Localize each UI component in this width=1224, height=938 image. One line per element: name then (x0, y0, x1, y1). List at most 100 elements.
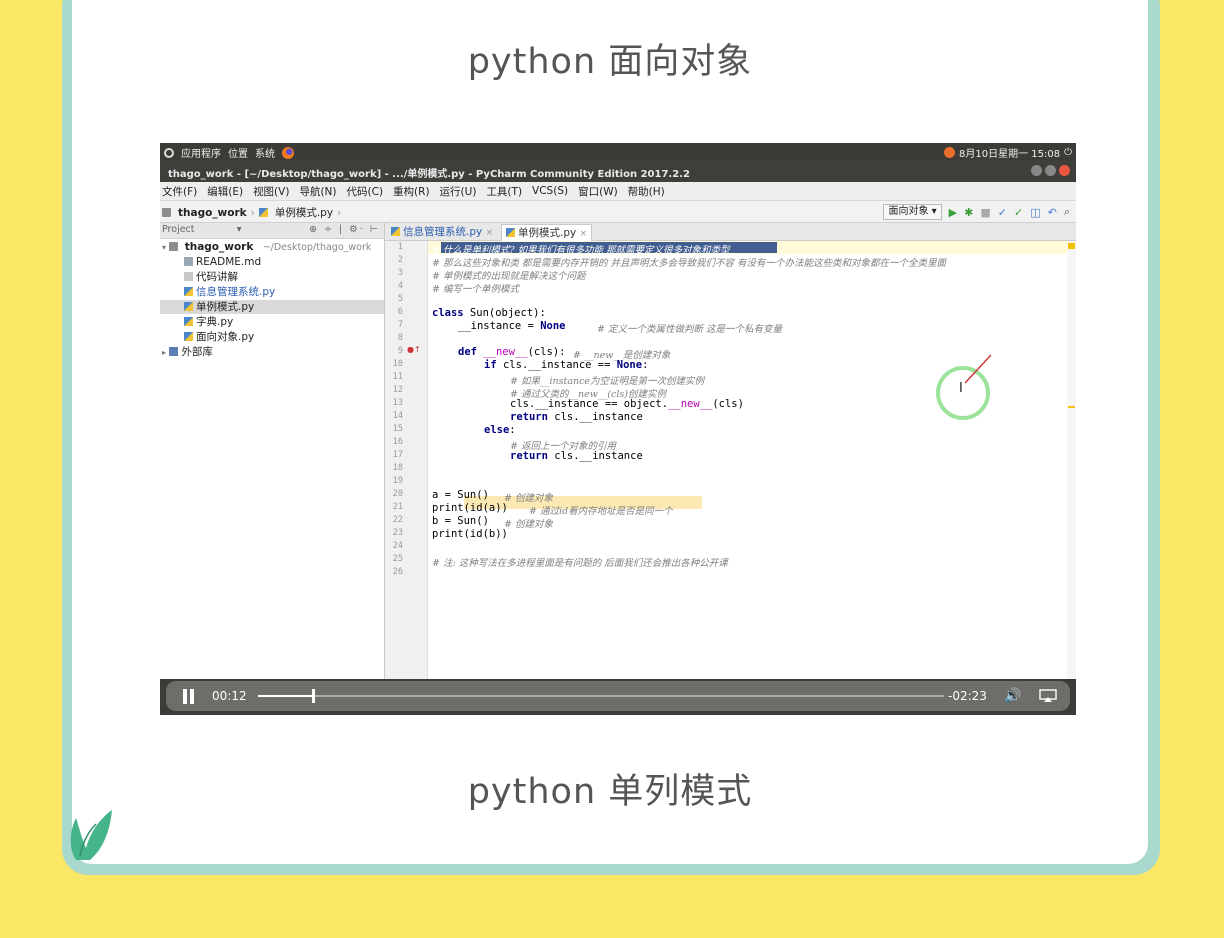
tree-item-info-system[interactable]: 信息管理系统.py (184, 285, 275, 299)
revert-icon[interactable]: ↶ (1048, 206, 1057, 219)
code-magic-method: __new__ (483, 346, 528, 358)
override-marker-icon[interactable]: ●↑ (407, 345, 421, 354)
line-number: 6 (397, 307, 403, 317)
search-icon[interactable]: ⌕ (1064, 205, 1070, 219)
code-keyword: return (510, 450, 548, 462)
line-number: 17 (392, 450, 403, 460)
close-tab-icon[interactable]: × (580, 229, 588, 239)
line-gutter: 1 2 3 4 5 6 7 8 9 10 11 12 13 14 15 16 1… (385, 241, 428, 679)
tree-item-label: 面向对象.py (196, 331, 255, 343)
tree-item-dict[interactable]: 字典.py (184, 315, 233, 329)
tree-item-readme[interactable]: README.md (184, 255, 261, 269)
python-file-icon (184, 302, 193, 311)
airplay-icon[interactable] (1039, 689, 1057, 703)
code-keyword: if (484, 359, 497, 371)
tree-item-oop[interactable]: 面向对象.py (184, 330, 254, 344)
code-editor[interactable]: 1 2 3 4 5 6 7 8 9 10 11 12 13 14 15 16 1… (385, 241, 1076, 679)
text-file-icon (184, 272, 193, 281)
python-file-icon (184, 287, 193, 296)
run-icon[interactable]: ▶ (949, 206, 957, 219)
code-text: cls.__instance (547, 450, 643, 462)
power-icon[interactable]: ⏻ (1064, 147, 1072, 158)
line-number: 8 (397, 333, 403, 343)
chat-indicator-icon[interactable] (943, 147, 955, 158)
debug-icon[interactable]: ✱ (964, 206, 973, 219)
page-title: python 面向对象 (467, 42, 753, 82)
text-cursor-icon: I (959, 381, 963, 396)
menu-run[interactable]: 运行(U) (440, 184, 477, 199)
folder-icon (169, 242, 179, 251)
close-tab-icon[interactable]: × (486, 228, 494, 238)
line-number: 10 (392, 359, 403, 369)
menu-window[interactable]: 窗口(W) (578, 184, 618, 199)
menu-view[interactable]: 视图(V) (253, 184, 289, 199)
menu-help[interactable]: 帮助(H) (628, 184, 665, 199)
menu-file[interactable]: 文件(F) (162, 184, 197, 199)
menu-navigate[interactable]: 导航(N) (299, 184, 336, 199)
tree-item-singleton[interactable]: 单例模式.py (160, 300, 384, 314)
vcs-commit-icon[interactable]: ✓ (1014, 206, 1023, 219)
system-menu-applications[interactable]: 应用程序 (181, 145, 221, 160)
stop-icon[interactable]: ■ (980, 206, 990, 219)
line-number: 16 (392, 437, 403, 447)
tab-singleton[interactable]: 单例模式.py × (501, 224, 593, 241)
video-player[interactable]: 应用程序 位置 系统 8月10日星期一 15:08 ⏻ thago_work -… (160, 143, 1076, 715)
system-menu-places[interactable]: 位置 (228, 145, 248, 160)
menu-code[interactable]: 代码(C) (347, 184, 384, 199)
breadcrumb-project[interactable]: thago_work (178, 207, 247, 219)
ubuntu-logo-icon[interactable] (164, 147, 174, 158)
line-number: 9 (397, 346, 403, 356)
line-number: 26 (392, 567, 403, 577)
line-number: 7 (397, 320, 403, 330)
code-text: cls.__instance == object. (510, 398, 669, 410)
chevron-right-icon: › (337, 206, 342, 219)
tab-label: 单例模式.py (518, 227, 577, 239)
code-line: __instance = None (458, 320, 565, 332)
remaining-time: -02:23 (948, 689, 987, 703)
project-panel-header: Project ▾ ⊕ ÷ | ⚙· ⊢ (160, 223, 384, 239)
vcs-update-icon[interactable]: ✓ (998, 206, 1007, 219)
maximize-button[interactable] (1045, 165, 1056, 176)
menu-edit[interactable]: 编辑(E) (207, 184, 243, 199)
code-comment: # 如果__instance为空证明是第一次创建实例 (510, 376, 705, 387)
menu-vcs[interactable]: VCS(S) (532, 185, 568, 197)
line-number: 23 (392, 528, 403, 538)
line-number: 18 (392, 463, 403, 473)
run-config-select[interactable]: 面向对象 ▾ (883, 204, 942, 220)
line-number: 1 (397, 242, 403, 252)
system-menu-system[interactable]: 系统 (255, 145, 275, 160)
tree-item-code-notes[interactable]: 代码讲解 (184, 270, 238, 284)
breadcrumb-file[interactable]: 单例模式.py (275, 205, 333, 220)
code-comment: # 什么是单利模式? 如果我们有很多功能 那就需要定义很多对象和类型 (432, 245, 730, 256)
menu-tools[interactable]: 工具(T) (486, 184, 522, 199)
python-file-icon (184, 317, 193, 326)
tree-item-root[interactable]: ▾ thago_work ~/Desktop/thago_work (162, 240, 371, 254)
system-clock[interactable]: 8月10日星期一 15:08 (959, 145, 1060, 160)
volume-icon[interactable]: 🔊 (1004, 688, 1021, 704)
editor-scrollbar[interactable] (1067, 241, 1076, 679)
project-panel-tools[interactable]: ⊕ ÷ | ⚙· ⊢ (309, 224, 380, 235)
firefox-icon[interactable] (282, 146, 294, 159)
tab-info-system[interactable]: 信息管理系统.py × (387, 224, 497, 240)
pause-button[interactable] (182, 689, 196, 704)
code-line: b = Sun() (432, 515, 489, 527)
line-number: 4 (397, 281, 403, 291)
minimize-button[interactable] (1031, 165, 1042, 176)
progress-track[interactable] (258, 689, 944, 703)
tree-item-label: thago_work (184, 241, 254, 253)
code-text: cls.__instance (547, 411, 643, 423)
annotation-line (965, 354, 992, 384)
window-title: thago_work - [~/Desktop/thago_work] - ..… (168, 169, 690, 180)
line-number: 24 (392, 541, 403, 551)
code-line: if cls.__instance == None: (484, 359, 648, 371)
menu-refactor[interactable]: 重构(R) (393, 184, 430, 199)
code-line: else: (484, 424, 516, 436)
tree-item-path-hint: ~/Desktop/thago_work (262, 242, 372, 253)
progress-handle[interactable] (311, 689, 315, 703)
vcs-history-icon[interactable]: ◫ (1030, 206, 1040, 219)
image-caption: python 单列模式 (467, 772, 753, 812)
expand-arrow-icon: ▸ (162, 348, 167, 357)
close-window-button[interactable] (1059, 165, 1070, 176)
project-panel-title[interactable]: Project ▾ (162, 224, 242, 235)
tree-item-external-libs[interactable]: ▸ 外部库 (162, 345, 213, 359)
